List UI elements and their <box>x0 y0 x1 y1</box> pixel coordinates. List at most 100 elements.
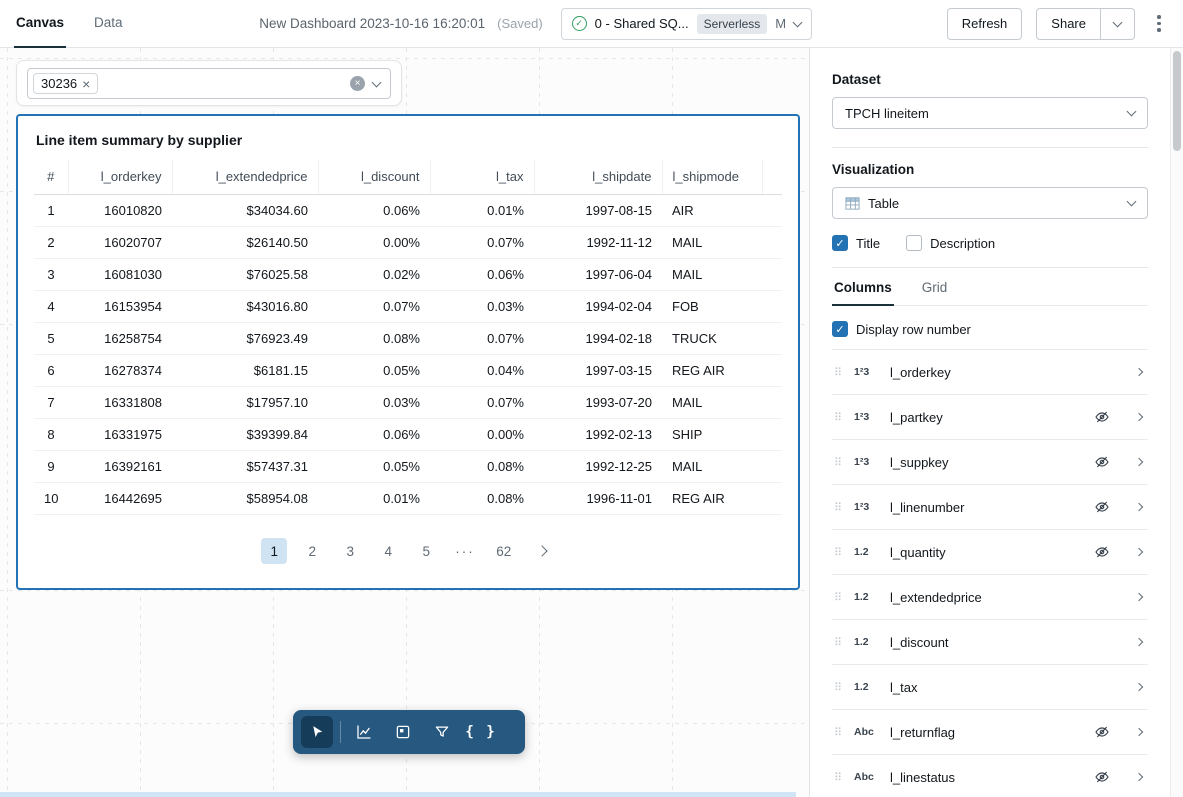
chevron-right-icon[interactable] <box>1135 503 1143 511</box>
chevron-right-icon[interactable] <box>1135 593 1143 601</box>
column-header[interactable]: l_discount <box>318 160 430 194</box>
column-item-l_quantity[interactable]: ⠿1.2l_quantity <box>832 530 1148 575</box>
page-button[interactable]: 62 <box>491 538 517 564</box>
table-cell: 0.05% <box>318 354 430 386</box>
dashboard-title[interactable]: New Dashboard 2023-10-16 16:20:01 <box>259 16 485 31</box>
cursor-icon[interactable] <box>301 716 333 748</box>
column-item-l_linenumber[interactable]: ⠿1²3l_linenumber <box>832 485 1148 530</box>
chevron-right-icon[interactable] <box>1135 638 1143 646</box>
dashboard-canvas[interactable]: 30236 × × Line item summary by supplier … <box>0 48 810 797</box>
page-button[interactable]: 4 <box>375 538 401 564</box>
decimal-type-icon: 1.2 <box>854 546 880 558</box>
chart-icon[interactable] <box>348 716 380 748</box>
chevron-right-icon[interactable] <box>1135 548 1143 556</box>
table-cell: 16081030 <box>68 258 172 290</box>
chevron-right-icon[interactable] <box>1135 458 1143 466</box>
visibility-off-icon[interactable] <box>1094 409 1110 425</box>
drag-handle-icon[interactable]: ⠿ <box>832 591 844 604</box>
display-row-number-checkbox[interactable]: ✓ Display row number <box>832 321 1148 337</box>
visualization-dropdown[interactable]: Table <box>832 187 1148 219</box>
tab-canvas[interactable]: Canvas <box>14 0 66 48</box>
tab-data[interactable]: Data <box>92 0 125 48</box>
table-cell: 0.08% <box>430 482 534 514</box>
column-item-l_extendedprice[interactable]: ⠿1.2l_extendedprice <box>832 575 1148 620</box>
drag-handle-icon[interactable]: ⠿ <box>832 411 844 424</box>
warehouse-selector[interactable]: ✓ 0 - Shared SQ... Serverless M <box>561 8 812 40</box>
clear-filter-icon[interactable]: × <box>350 76 365 91</box>
config-panel: Dataset TPCH lineitem Visualization Tabl… <box>810 48 1170 797</box>
visibility-off-icon[interactable] <box>1094 769 1110 785</box>
drag-handle-icon[interactable]: ⠿ <box>832 456 844 469</box>
table-cell: 16392161 <box>68 450 172 482</box>
drag-handle-icon[interactable]: ⠿ <box>832 546 844 559</box>
column-header[interactable]: l_tax <box>430 160 534 194</box>
table-cell: 0.00% <box>318 226 430 258</box>
table-cell <box>762 418 782 450</box>
drag-handle-icon[interactable]: ⠿ <box>832 771 844 784</box>
chevron-right-icon[interactable] <box>1135 368 1143 376</box>
filter-value-chip[interactable]: 30236 × <box>33 73 98 94</box>
table-cell: 16258754 <box>68 322 172 354</box>
column-header[interactable]: l_extendedprice <box>172 160 318 194</box>
table-cell: 10 <box>34 482 68 514</box>
dataset-dropdown[interactable]: TPCH lineitem <box>832 97 1148 129</box>
drag-handle-icon[interactable]: ⠿ <box>832 681 844 694</box>
panel-scrollbar[interactable] <box>1170 48 1183 797</box>
table-cell: REG AIR <box>662 354 762 386</box>
refresh-button[interactable]: Refresh <box>947 8 1023 40</box>
table-cell <box>762 450 782 482</box>
dataset-label: Dataset <box>832 72 1148 87</box>
drag-handle-icon[interactable]: ⠿ <box>832 726 844 739</box>
chevron-right-icon[interactable] <box>1135 728 1143 736</box>
drag-handle-icon[interactable]: ⠿ <box>832 501 844 514</box>
column-item-l_tax[interactable]: ⠿1.2l_tax <box>832 665 1148 710</box>
next-page-button[interactable] <box>529 538 555 564</box>
drag-handle-icon[interactable]: ⠿ <box>832 366 844 379</box>
filter-combobox[interactable]: 30236 × × <box>27 68 391 99</box>
scrollbar-thumb[interactable] <box>1173 51 1181 151</box>
tab-grid[interactable]: Grid <box>920 272 950 306</box>
chevron-right-icon[interactable] <box>1135 773 1143 781</box>
column-item-l_partkey[interactable]: ⠿1²3l_partkey <box>832 395 1148 440</box>
code-braces-icon[interactable]: { } <box>465 716 497 748</box>
visibility-off-icon[interactable] <box>1094 454 1110 470</box>
description-checkbox[interactable]: Description <box>906 235 995 251</box>
table-cell: 0.07% <box>318 290 430 322</box>
visibility-off-icon[interactable] <box>1094 724 1110 740</box>
column-header[interactable]: l_shipdate <box>534 160 662 194</box>
visibility-off-icon[interactable] <box>1094 544 1110 560</box>
visibility-off-icon[interactable] <box>1094 499 1110 515</box>
table-cell: $58954.08 <box>172 482 318 514</box>
page-button[interactable]: 5 <box>413 538 439 564</box>
column-item-l_suppkey[interactable]: ⠿1²3l_suppkey <box>832 440 1148 485</box>
share-dropdown-button[interactable] <box>1101 8 1135 40</box>
table-cell: AIR <box>662 194 762 226</box>
column-item-l_linestatus[interactable]: ⠿Abcl_linestatus <box>832 755 1148 797</box>
table-cell: 0.05% <box>318 450 430 482</box>
tab-columns[interactable]: Columns <box>832 272 894 306</box>
share-button[interactable]: Share <box>1036 8 1101 40</box>
text-box-icon[interactable] <box>387 716 419 748</box>
column-header[interactable]: l_shipmode <box>662 160 762 194</box>
chevron-down-icon <box>1127 107 1137 117</box>
column-header[interactable]: l_orderkey <box>68 160 172 194</box>
column-item-l_orderkey[interactable]: ⠿1²3l_orderkey <box>832 350 1148 395</box>
column-item-l_returnflag[interactable]: ⠿Abcl_returnflag <box>832 710 1148 755</box>
page-button[interactable]: 1 <box>261 538 287 564</box>
chip-remove-icon[interactable]: × <box>82 77 90 91</box>
canvas-horizontal-scrollbar[interactable] <box>0 792 796 797</box>
column-item-l_discount[interactable]: ⠿1.2l_discount <box>832 620 1148 665</box>
filter-icon[interactable] <box>426 716 458 748</box>
page-button[interactable]: 3 <box>337 538 363 564</box>
chevron-right-icon[interactable] <box>1135 413 1143 421</box>
filter-widget[interactable]: 30236 × × <box>16 60 402 106</box>
drag-handle-icon[interactable]: ⠿ <box>832 636 844 649</box>
table-viz-icon <box>845 196 860 211</box>
chevron-right-icon[interactable] <box>1135 683 1143 691</box>
page-button[interactable]: 2 <box>299 538 325 564</box>
kebab-menu[interactable] <box>1149 8 1169 40</box>
column-header[interactable]: # <box>34 160 68 194</box>
column-name: l_orderkey <box>890 365 951 380</box>
title-checkbox[interactable]: ✓ Title <box>832 235 880 251</box>
table-widget[interactable]: Line item summary by supplier #l_orderke… <box>16 114 800 590</box>
